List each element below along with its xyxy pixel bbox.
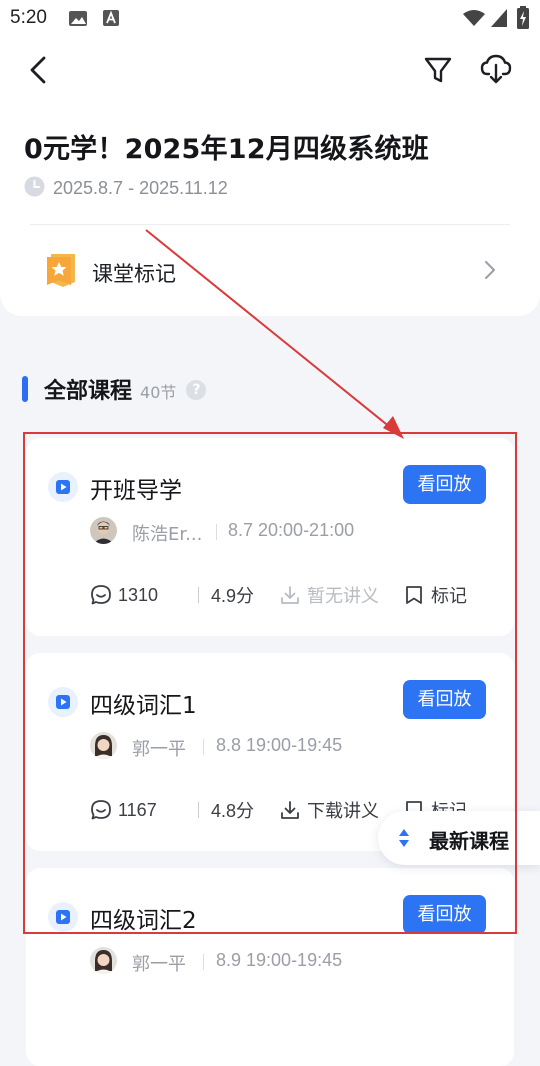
course-title: 开班导学	[90, 478, 182, 504]
teacher-avatar	[90, 517, 117, 544]
latest-course-label: 最新课程	[429, 829, 509, 853]
filter-icon[interactable]	[423, 54, 453, 86]
teacher-name: 陈浩Er...	[132, 524, 203, 545]
course-title: 四级词汇2	[90, 908, 197, 934]
divider	[30, 224, 510, 225]
watch-replay-button[interactable]: 看回放	[403, 465, 486, 504]
rating: 4.8分	[211, 801, 255, 821]
back-button[interactable]	[26, 54, 54, 86]
mark-label: 标记	[431, 586, 467, 606]
course-time: 8.9 19:00-19:45	[216, 950, 343, 970]
chevron-right-icon	[484, 260, 496, 284]
signal-icon	[490, 8, 508, 32]
comment-icon	[91, 585, 111, 605]
comment-count: 1167	[118, 799, 157, 820]
watch-replay-button[interactable]: 看回放	[403, 895, 486, 934]
battery-icon	[516, 6, 530, 34]
live-class-icon	[48, 472, 78, 502]
separator	[203, 954, 204, 970]
comment-icon	[91, 800, 111, 820]
mark-button[interactable]: 标记	[403, 582, 467, 608]
course-card[interactable]: 开班导学 看回放 陈浩Er... 8.7 20:00-21:00 1310 4.…	[26, 438, 514, 636]
teacher-name: 郭一平	[132, 739, 186, 760]
class-marks-icon	[44, 252, 78, 292]
comments-stat[interactable]: 1167	[90, 797, 157, 823]
course-card[interactable]: 四级词汇2 看回放 郭一平 8.9 19:00-19:45	[26, 868, 514, 1066]
page-title: 0元学！2025年12月四级系统班	[24, 134, 429, 165]
handout-label: 下载讲义	[307, 801, 379, 821]
wifi-icon	[462, 9, 486, 31]
rating-stat: 4.8分	[205, 797, 254, 823]
course-time: 8.7 20:00-21:00	[228, 520, 355, 540]
app-notification-icon	[102, 9, 120, 31]
status-time: 5:20	[10, 7, 47, 28]
comment-count: 1310	[118, 584, 159, 605]
status-bar: 5:20	[0, 0, 540, 36]
download-icon	[281, 586, 299, 604]
clock-icon	[24, 176, 45, 201]
latest-course-button[interactable]: 最新课程	[378, 811, 540, 865]
live-class-icon	[48, 902, 78, 932]
rating: 4.9分	[211, 586, 255, 606]
teacher-avatar	[90, 947, 117, 974]
download-handout-button[interactable]: 下载讲义	[279, 797, 379, 823]
course-title: 四级词汇1	[90, 693, 197, 719]
course-time: 8.8 19:00-19:45	[216, 735, 343, 755]
watch-replay-button[interactable]: 看回放	[403, 680, 486, 719]
comments-stat[interactable]: 1310	[90, 582, 158, 608]
live-class-icon	[48, 687, 78, 717]
bookmark-icon	[406, 586, 422, 604]
separator	[198, 587, 199, 603]
teacher-avatar	[90, 732, 117, 759]
rating-stat: 4.9分	[205, 582, 254, 608]
cloud-download-icon[interactable]	[480, 52, 512, 86]
gallery-notification-icon	[68, 10, 88, 31]
separator	[216, 524, 217, 540]
sort-arrows-icon	[397, 828, 411, 852]
date-range-text: 2025.8.7 - 2025.11.12	[53, 177, 228, 198]
download-icon	[281, 801, 299, 819]
help-icon[interactable]: ?	[186, 380, 207, 400]
section-accent-bar	[22, 376, 28, 402]
section-header: 全部课程 40节 ?	[22, 372, 207, 406]
handout-label: 暂无讲义	[307, 586, 379, 606]
teacher-name: 郭一平	[132, 954, 186, 975]
section-title: 全部课程	[44, 379, 133, 404]
handout-unavailable: 暂无讲义	[279, 582, 379, 608]
separator	[203, 739, 204, 755]
separator	[198, 802, 199, 818]
class-marks-row[interactable]: 课堂标记	[30, 240, 510, 302]
date-range: 2025.8.7 - 2025.11.12	[24, 176, 228, 200]
class-marks-label: 课堂标记	[92, 262, 176, 286]
lesson-count: 40节	[140, 383, 177, 402]
